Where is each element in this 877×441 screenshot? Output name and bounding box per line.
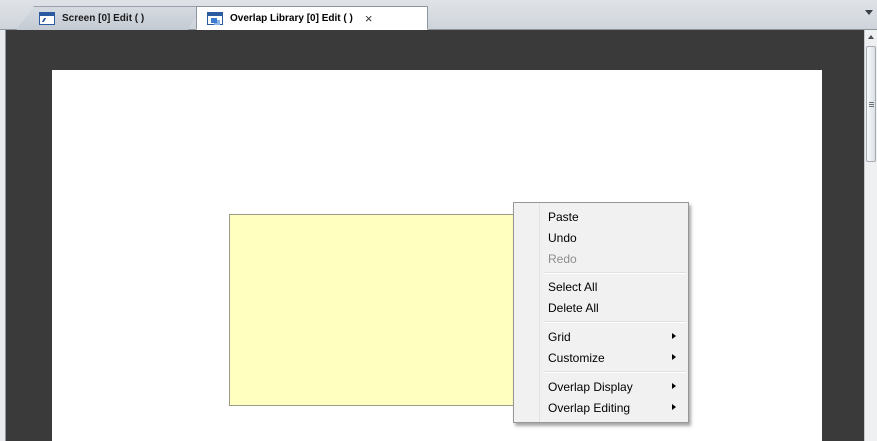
submenu-arrow-icon (672, 354, 676, 360)
menu-item-select-all[interactable]: Select All (517, 276, 685, 297)
scrollbar-thumb[interactable] (866, 46, 876, 162)
vertical-scrollbar[interactable] (864, 30, 877, 441)
overlap-library-icon (207, 11, 223, 25)
menu-item-label: Paste (548, 209, 579, 224)
submenu-arrow-icon (672, 333, 676, 339)
tab-screen-edit-label: Screen [0] Edit ( ) (62, 13, 145, 24)
tab-screen-edit[interactable]: Screen [0] Edit ( ) (16, 6, 202, 30)
tab-overlap-library-edit[interactable]: Overlap Library [0] Edit ( ) × (196, 6, 428, 30)
drawing-canvas[interactable] (52, 70, 822, 441)
menu-item-label: Undo (548, 230, 577, 245)
menu-item-grid[interactable]: Grid (517, 326, 685, 347)
menu-separator (544, 371, 686, 373)
tab-overlap-library-edit-label: Overlap Library [0] Edit ( ) (230, 12, 353, 24)
menu-item-undo[interactable]: Undo (517, 227, 685, 248)
context-menu: Paste Undo Redo Select All Delete All Gr… (513, 202, 689, 423)
submenu-arrow-icon (672, 404, 676, 410)
menu-item-label: Grid (548, 329, 571, 344)
scroll-up-arrow-icon[interactable] (865, 30, 877, 44)
menu-item-label: Customize (548, 350, 605, 365)
menu-item-delete-all[interactable]: Delete All (517, 297, 685, 318)
menu-item-label: Redo (548, 251, 577, 266)
tab-list-dropdown-icon[interactable] (865, 10, 873, 15)
menu-item-label: Overlap Editing (548, 400, 631, 415)
menu-item-label: Delete All (548, 300, 599, 315)
menu-item-paste[interactable]: Paste (517, 206, 685, 227)
menu-item-redo: Redo (517, 248, 685, 269)
editor-workspace[interactable] (6, 30, 864, 441)
selected-object-rectangle[interactable] (229, 214, 521, 406)
close-tab-icon[interactable]: × (365, 11, 373, 26)
screen-icon (39, 12, 55, 25)
menu-item-overlap-display[interactable]: Overlap Display (517, 376, 685, 397)
menu-item-overlap-editing[interactable]: Overlap Editing (517, 397, 685, 418)
menu-item-customize[interactable]: Customize (517, 347, 685, 368)
menu-item-label: Overlap Display (548, 379, 633, 394)
document-tab-strip: Screen [0] Edit ( ) Overlap Library [0] … (0, 0, 877, 30)
grip-icon (869, 102, 874, 107)
menu-separator (544, 272, 686, 274)
submenu-arrow-icon (672, 383, 676, 389)
menu-item-label: Select All (548, 279, 598, 294)
menu-separator (544, 321, 686, 323)
